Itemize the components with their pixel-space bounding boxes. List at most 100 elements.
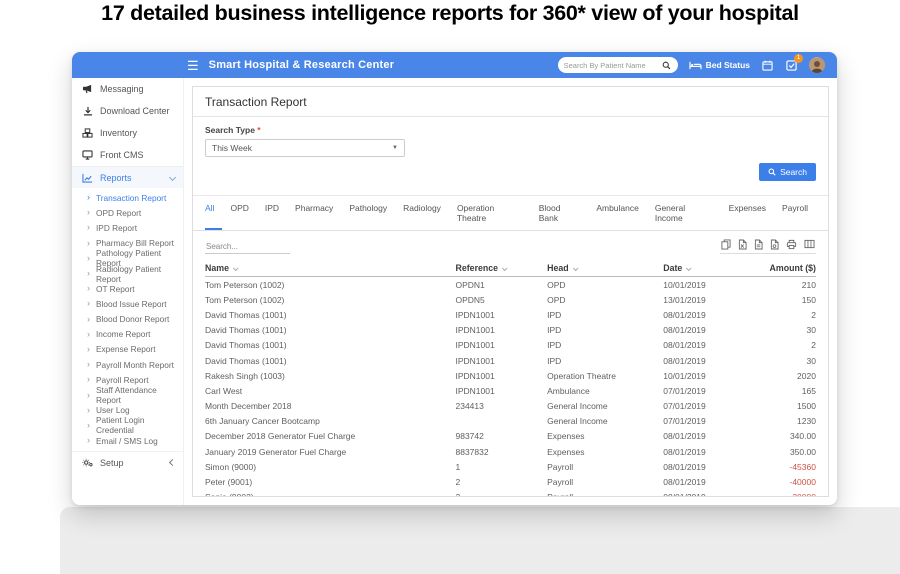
search-type-select[interactable]: This Week ▼ <box>205 139 405 157</box>
cell-head: Payroll <box>547 462 663 472</box>
app-header-actions: Bed Status 1 <box>558 57 837 73</box>
calendar-icon[interactable] <box>761 59 774 72</box>
table-row: Simon (9000)1Payroll08/01/2019-45360 <box>205 459 816 474</box>
search-icon[interactable] <box>662 60 672 70</box>
sidebar-item-reports[interactable]: Reports <box>72 166 183 188</box>
chevron-right-icon: › <box>87 269 90 278</box>
columns-icon[interactable] <box>804 239 815 250</box>
cell-name: December 2018 Generator Fuel Charge <box>205 431 456 441</box>
chevron-right-icon: › <box>87 436 90 445</box>
cell-name: Month December 2018 <box>205 401 456 411</box>
cell-date: 08/01/2019 <box>663 462 761 472</box>
cell-date: 10/01/2019 <box>663 371 761 381</box>
user-avatar[interactable] <box>809 57 825 73</box>
tab-ipd[interactable]: IPD <box>257 196 287 230</box>
cell-amount: 2 <box>761 310 816 320</box>
cell-head: General Income <box>547 401 663 411</box>
sidebar-item-blood-issue-report[interactable]: ›Blood Issue Report <box>72 296 183 311</box>
cell-name: 6th January Cancer Bootcamp <box>205 416 456 426</box>
sidebar-item-blood-donor-report[interactable]: ›Blood Donor Report <box>72 312 183 327</box>
sort-icon <box>502 265 508 271</box>
main-content: Transaction Report Search Type * This We… <box>184 78 837 505</box>
tab-all[interactable]: All <box>205 196 222 230</box>
sidebar-item-label: Staff Attendance Report <box>96 385 183 405</box>
sidebar-item-radiology-patient-report[interactable]: ›Radiology Patient Report <box>72 266 183 281</box>
required-asterisk: * <box>257 125 260 135</box>
chevron-right-icon: › <box>87 208 90 217</box>
table-row: Month December 2018234413General Income0… <box>205 399 816 414</box>
pdf-icon[interactable] <box>770 239 779 250</box>
chevron-right-icon: › <box>87 193 90 202</box>
chevron-right-icon: › <box>87 254 90 263</box>
sidebar-item-label: Payroll Month Report <box>96 360 174 370</box>
chevron-right-icon: › <box>87 360 90 369</box>
chevron-left-icon <box>169 459 176 466</box>
search-button[interactable]: Search <box>759 163 816 181</box>
column-header-amount[interactable]: Amount ($) <box>761 263 816 273</box>
cell-reference: IPDN1001 <box>456 371 548 381</box>
tasks-icon[interactable]: 1 <box>785 59 798 72</box>
column-header-name[interactable]: Name <box>205 263 456 273</box>
cell-reference: IPDN1001 <box>456 325 548 335</box>
table-header-row: NameReferenceHeadDateAmount ($) <box>205 260 816 277</box>
sidebar-item-staff-attendance-report[interactable]: › Staff Attendance Report <box>72 387 183 402</box>
tab-blood-bank[interactable]: Blood Bank <box>531 196 589 230</box>
cell-head: OPD <box>547 295 663 305</box>
sidebar-item-opd-report[interactable]: › OPD Report <box>72 205 183 220</box>
column-header-head[interactable]: Head <box>547 263 663 273</box>
sidebar-item-front-cms[interactable]: Front CMS <box>72 144 183 166</box>
tab-pharmacy[interactable]: Pharmacy <box>287 196 341 230</box>
tab-operation-theatre[interactable]: Operation Theatre <box>449 196 531 230</box>
cell-reference: 8837832 <box>456 447 548 457</box>
tab-expenses[interactable]: Expenses <box>721 196 774 230</box>
page-title: Transaction Report <box>193 87 828 117</box>
sidebar-item-label: IPD Report <box>96 223 137 233</box>
sidebar-item-payroll-month-report[interactable]: › Payroll Month Report <box>72 357 183 372</box>
column-header-date[interactable]: Date <box>663 263 761 273</box>
cell-head: OPD <box>547 280 663 290</box>
tab-pathology[interactable]: Pathology <box>341 196 395 230</box>
bed-status-button[interactable]: Bed Status <box>689 59 750 72</box>
chevron-right-icon: › <box>87 391 90 400</box>
cell-name: January 2019 Generator Fuel Charge <box>205 447 456 457</box>
table-search-input[interactable] <box>205 240 290 254</box>
sidebar-item-expense-report[interactable]: ›Expense Report <box>72 342 183 357</box>
menu-toggle-icon[interactable]: ☰ <box>187 59 199 72</box>
marketing-headline: 17 detailed business intelligence report… <box>0 1 900 26</box>
copy-icon[interactable] <box>721 239 731 250</box>
sidebar-item-download-center[interactable]: Download Center <box>72 100 183 122</box>
sidebar-item-inventory[interactable]: Inventory <box>72 122 183 144</box>
sidebar-item-label: Setup <box>100 458 124 468</box>
sidebar-item-income-report[interactable]: ›Income Report <box>72 327 183 342</box>
cell-name: David Thomas (1001) <box>205 325 456 335</box>
tab-general-income[interactable]: General Income <box>647 196 721 230</box>
tab-radiology[interactable]: Radiology <box>395 196 449 230</box>
cell-head: IPD <box>547 340 663 350</box>
csv-icon[interactable] <box>754 239 763 250</box>
patient-search-box[interactable] <box>558 57 678 73</box>
print-icon[interactable] <box>786 239 797 250</box>
download-icon <box>82 106 93 116</box>
excel-icon[interactable] <box>738 239 747 250</box>
table-row: January 2019 Generator Fuel Charge883783… <box>205 444 816 459</box>
sidebar-item-setup[interactable]: Setup <box>72 451 183 473</box>
sort-icon <box>573 265 579 271</box>
tab-payroll[interactable]: Payroll <box>774 196 816 230</box>
sidebar-item-label: OPD Report <box>96 208 141 218</box>
sidebar-item-ipd-report[interactable]: ›IPD Report <box>72 220 183 235</box>
cell-reference: 2 <box>456 477 548 487</box>
tab-opd[interactable]: OPD <box>222 196 256 230</box>
sidebar-item-messaging[interactable]: Messaging <box>72 78 183 100</box>
sidebar-item-patient-login-credential[interactable]: ›Patient Login Credential <box>72 418 183 433</box>
chevron-right-icon: › <box>87 330 90 339</box>
chevron-right-icon: › <box>87 239 90 248</box>
cell-date: 08/01/2019 <box>663 325 761 335</box>
tab-ambulance[interactable]: Ambulance <box>588 196 647 230</box>
app-header: ☰ Smart Hospital & Research Center Bed S… <box>72 52 837 78</box>
chevron-right-icon: › <box>87 345 90 354</box>
column-header-reference[interactable]: Reference <box>456 263 548 273</box>
cell-head: Expenses <box>547 447 663 457</box>
sidebar-item-transaction-report[interactable]: ›Transaction Report <box>72 190 183 205</box>
patient-search-input[interactable] <box>564 61 662 70</box>
search-type-label: Search Type * <box>205 125 816 135</box>
